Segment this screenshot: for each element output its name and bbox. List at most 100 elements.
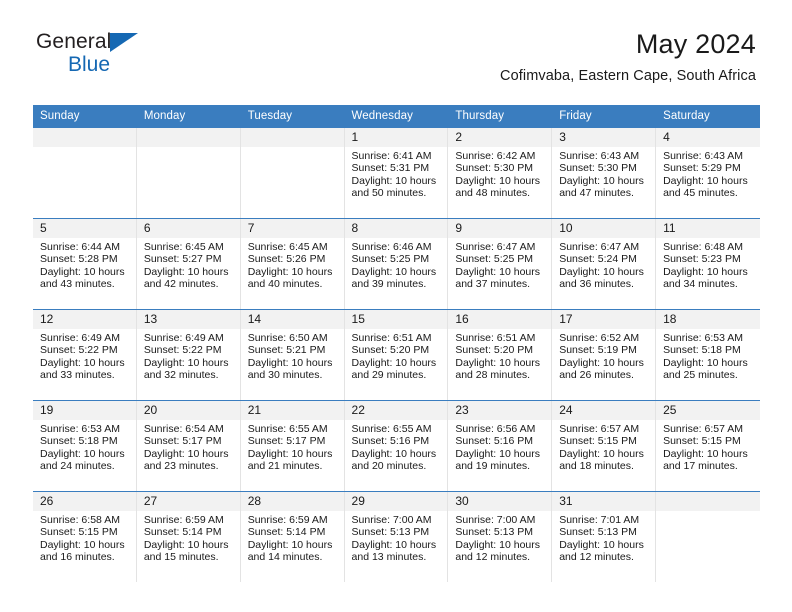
- daylight-text: Daylight: 10 hours and 26 minutes.: [559, 356, 644, 382]
- calendar-day-cell[interactable]: 13 Sunrise: 6:49 AM Sunset: 5:22 PM Dayligh…: [136, 309, 241, 401]
- daylight-text: Daylight: 10 hours and 20 minutes.: [351, 447, 437, 473]
- day-cell-inner: 2 Sunrise: 6:42 AM Sunset: 5:30 PM Daylight…: [448, 128, 553, 218]
- daylight-text: Daylight: 10 hours and 16 minutes.: [40, 538, 125, 564]
- sunset-text: Sunset: 5:22 PM: [40, 344, 118, 357]
- day-number: 16: [448, 310, 552, 329]
- calendar-day-cell[interactable]: 24 Sunrise: 6:57 AM Sunset: 5:15 PM Dayligh…: [552, 400, 657, 492]
- calendar-day-cell[interactable]: 11 Sunrise: 6:48 AM Sunset: 5:23 PM Dayligh…: [656, 218, 760, 310]
- weekday-header-wednesday: Wednesday: [344, 105, 449, 128]
- sunset-text: Sunset: 5:22 PM: [143, 344, 222, 357]
- day-details: Sunrise: 6:56 AM Sunset: 5:16 PM Daylight:…: [448, 420, 551, 473]
- day-cell-inner: 8 Sunrise: 6:46 AM Sunset: 5:25 PM Daylight…: [344, 219, 449, 309]
- day-number: 30: [448, 492, 552, 511]
- calendar-day-cell[interactable]: 20 Sunrise: 6:54 AM Sunset: 5:17 PM Dayligh…: [136, 400, 241, 492]
- sunset-text: Sunset: 5:18 PM: [663, 344, 741, 357]
- calendar-day-cell[interactable]: 14 Sunrise: 6:50 AM Sunset: 5:21 PM Dayligh…: [240, 309, 345, 401]
- sunrise-text: Sunrise: 6:41 AM: [351, 150, 432, 162]
- calendar-day-cell[interactable]: 23 Sunrise: 6:56 AM Sunset: 5:16 PM Dayligh…: [448, 400, 553, 492]
- calendar-day-cell[interactable]: 17 Sunrise: 6:52 AM Sunset: 5:19 PM Dayligh…: [552, 309, 657, 401]
- sunrise-text: Sunrise: 6:52 AM: [559, 332, 640, 344]
- sunrise-text: Sunrise: 6:55 AM: [247, 423, 328, 435]
- daylight-text: Daylight: 10 hours and 23 minutes.: [143, 447, 229, 473]
- sunset-text: Sunset: 5:21 PM: [247, 344, 326, 357]
- calendar-day-cell[interactable]: 12 Sunrise: 6:49 AM Sunset: 5:22 PM Dayligh…: [33, 309, 137, 401]
- sunset-text: Sunset: 5:30 PM: [455, 162, 534, 175]
- calendar-day-cell[interactable]: 1 Sunrise: 6:41 AM Sunset: 5:31 PM Daylight…: [344, 127, 449, 219]
- calendar-day-cell[interactable]: 4 Sunrise: 6:43 AM Sunset: 5:29 PM Daylight…: [656, 127, 760, 219]
- daylight-text: Daylight: 10 hours and 24 minutes.: [40, 447, 125, 473]
- calendar-day-cell[interactable]: 27 Sunrise: 6:59 AM Sunset: 5:14 PM Dayligh…: [136, 491, 241, 582]
- calendar-day-cell[interactable]: 5 Sunrise: 6:44 AM Sunset: 5:28 PM Daylight…: [33, 218, 137, 310]
- calendar-day-cell[interactable]: 10 Sunrise: 6:47 AM Sunset: 5:24 PM Dayligh…: [552, 218, 657, 310]
- calendar-day-cell[interactable]: 19 Sunrise: 6:53 AM Sunset: 5:18 PM Dayligh…: [33, 400, 137, 492]
- calendar-day-cell[interactable]: 8 Sunrise: 6:46 AM Sunset: 5:25 PM Daylight…: [344, 218, 449, 310]
- day-number: 31: [552, 492, 656, 511]
- calendar-day-cell[interactable]: 28 Sunrise: 6:59 AM Sunset: 5:14 PM Dayligh…: [240, 491, 345, 582]
- daylight-text: Daylight: 10 hours and 43 minutes.: [40, 265, 125, 291]
- calendar-day-cell[interactable]: 22 Sunrise: 6:55 AM Sunset: 5:16 PM Dayligh…: [344, 400, 449, 492]
- calendar-day-cell[interactable]: 25 Sunrise: 6:57 AM Sunset: 5:15 PM Dayligh…: [656, 400, 760, 492]
- day-cell-inner: 21 Sunrise: 6:55 AM Sunset: 5:17 PM Dayligh…: [240, 401, 345, 491]
- calendar-day-cell[interactable]: 30 Sunrise: 7:00 AM Sunset: 5:13 PM Dayligh…: [448, 491, 553, 582]
- sunrise-text: Sunrise: 6:47 AM: [455, 241, 536, 253]
- daylight-text: Daylight: 10 hours and 45 minutes.: [663, 174, 748, 200]
- day-details: Sunrise: 6:45 AM Sunset: 5:26 PM Daylight:…: [241, 238, 344, 291]
- day-number: 19: [33, 401, 136, 420]
- brand-name-general: General: [36, 30, 112, 53]
- sunset-text: Sunset: 5:23 PM: [663, 253, 741, 266]
- calendar-day-cell[interactable]: 21 Sunrise: 6:55 AM Sunset: 5:17 PM Dayligh…: [240, 400, 345, 492]
- sunrise-text: Sunrise: 6:56 AM: [455, 423, 536, 435]
- day-number: 25: [656, 401, 760, 420]
- calendar-day-cell-empty: [33, 127, 137, 219]
- day-number: 17: [552, 310, 656, 329]
- day-number: [33, 128, 136, 147]
- daylight-text: Daylight: 10 hours and 36 minutes.: [559, 265, 644, 291]
- day-number: [656, 492, 760, 511]
- brand-logo[interactable]: General Blue: [36, 31, 266, 83]
- day-cell-inner: [240, 128, 345, 218]
- day-details: Sunrise: 6:59 AM Sunset: 5:14 PM Daylight:…: [241, 511, 344, 564]
- calendar-day-cell[interactable]: 9 Sunrise: 6:47 AM Sunset: 5:25 PM Daylight…: [448, 218, 553, 310]
- day-details: Sunrise: 6:54 AM Sunset: 5:17 PM Daylight:…: [137, 420, 240, 473]
- calendar-day-cell[interactable]: 16 Sunrise: 6:51 AM Sunset: 5:20 PM Dayligh…: [448, 309, 553, 401]
- day-cell-inner: 10 Sunrise: 6:47 AM Sunset: 5:24 PM Dayligh…: [552, 219, 657, 309]
- calendar-day-cell[interactable]: 18 Sunrise: 6:53 AM Sunset: 5:18 PM Dayligh…: [656, 309, 760, 401]
- day-number: 20: [136, 401, 240, 420]
- day-number: 29: [344, 492, 448, 511]
- day-details: Sunrise: 7:00 AM Sunset: 5:13 PM Daylight:…: [345, 511, 448, 564]
- daylight-text: Daylight: 10 hours and 50 minutes.: [351, 174, 437, 200]
- sunset-text: Sunset: 5:16 PM: [455, 435, 534, 448]
- day-cell-inner: 7 Sunrise: 6:45 AM Sunset: 5:26 PM Daylight…: [240, 219, 345, 309]
- daylight-text: Daylight: 10 hours and 30 minutes.: [247, 356, 333, 382]
- sunrise-text: Sunrise: 6:55 AM: [351, 423, 432, 435]
- calendar-day-cell[interactable]: 31 Sunrise: 7:01 AM Sunset: 5:13 PM Dayligh…: [552, 491, 657, 582]
- day-number: 12: [33, 310, 136, 329]
- day-details: Sunrise: 6:57 AM Sunset: 5:15 PM Daylight:…: [552, 420, 655, 473]
- day-cell-inner: 9 Sunrise: 6:47 AM Sunset: 5:25 PM Daylight…: [448, 219, 553, 309]
- calendar-day-cell[interactable]: 15 Sunrise: 6:51 AM Sunset: 5:20 PM Dayligh…: [344, 309, 449, 401]
- daylight-text: Daylight: 10 hours and 17 minutes.: [663, 447, 748, 473]
- day-details: Sunrise: 6:44 AM Sunset: 5:28 PM Daylight:…: [33, 238, 136, 291]
- calendar-day-cell[interactable]: 29 Sunrise: 7:00 AM Sunset: 5:13 PM Dayligh…: [344, 491, 449, 582]
- sunrise-text: Sunrise: 6:58 AM: [40, 514, 120, 526]
- day-cell-inner: 19 Sunrise: 6:53 AM Sunset: 5:18 PM Dayligh…: [33, 401, 137, 491]
- day-number: 14: [240, 310, 344, 329]
- calendar-day-cell[interactable]: 6 Sunrise: 6:45 AM Sunset: 5:27 PM Daylight…: [136, 218, 241, 310]
- sunrise-text: Sunrise: 6:53 AM: [663, 332, 744, 344]
- day-number: 27: [136, 492, 240, 511]
- calendar-day-cell[interactable]: 26 Sunrise: 6:58 AM Sunset: 5:15 PM Dayligh…: [33, 491, 137, 582]
- calendar-day-cell[interactable]: 7 Sunrise: 6:45 AM Sunset: 5:26 PM Daylight…: [240, 218, 345, 310]
- daylight-text: Daylight: 10 hours and 34 minutes.: [663, 265, 748, 291]
- calendar-day-cell[interactable]: 2 Sunrise: 6:42 AM Sunset: 5:30 PM Daylight…: [448, 127, 553, 219]
- day-cell-inner: 1 Sunrise: 6:41 AM Sunset: 5:31 PM Daylight…: [344, 128, 449, 218]
- sunset-text: Sunset: 5:29 PM: [663, 162, 741, 175]
- sunset-text: Sunset: 5:16 PM: [351, 435, 430, 448]
- day-details: Sunrise: 6:41 AM Sunset: 5:31 PM Daylight:…: [345, 147, 448, 200]
- daylight-text: Daylight: 10 hours and 37 minutes.: [455, 265, 541, 291]
- calendar-week-row: 26 Sunrise: 6:58 AM Sunset: 5:15 PM Dayligh…: [33, 491, 760, 582]
- sunset-text: Sunset: 5:26 PM: [247, 253, 326, 266]
- day-details: Sunrise: 6:43 AM Sunset: 5:29 PM Daylight:…: [656, 147, 760, 200]
- day-number: 5: [33, 219, 136, 238]
- sunrise-text: Sunrise: 6:46 AM: [351, 241, 432, 253]
- calendar-day-cell[interactable]: 3 Sunrise: 6:43 AM Sunset: 5:30 PM Daylight…: [552, 127, 657, 219]
